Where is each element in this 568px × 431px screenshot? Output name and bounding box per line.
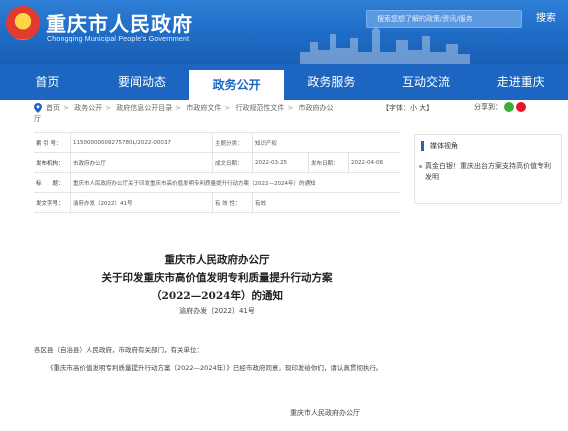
nav-item-gov-affairs[interactable]: 政务公开: [189, 70, 285, 100]
title-value: 重庆市人民政府办公厅关于印发重庆市高价值发明专利质量提升行动方案（2022—20…: [73, 180, 316, 187]
category-value: 知识产权: [255, 140, 278, 147]
article-signature: 重庆市人民政府办公厅: [290, 409, 360, 417]
document-info-table: 索 引 号： 11500000009275780L/2022-00037 主题分…: [34, 132, 400, 213]
breadcrumb-item-home[interactable]: 首页: [46, 104, 60, 112]
search-button[interactable]: 搜索: [524, 10, 568, 28]
nav-item-home[interactable]: 首页: [0, 64, 95, 100]
location-pin-icon: [34, 103, 42, 113]
category-label: 主题分类：: [215, 140, 243, 147]
created-label: 成文日期：: [215, 160, 243, 167]
article-salutation: 各区县（自治县）人民政府，市政府有关部门，有关单位：: [34, 346, 203, 354]
index-label: 索 引 号：: [36, 140, 62, 147]
article-title-line1: 重庆市人民政府办公厅: [164, 254, 270, 266]
article-doc-number: 渝府办发〔2022〕41号: [179, 307, 255, 315]
weibo-share-icon[interactable]: [516, 102, 526, 112]
media-perspective-panel: 媒体视角 真金白银！重庆出台方案支持高价值专利发明: [414, 134, 562, 204]
issuer-value: 市政府办公厅: [73, 160, 107, 167]
validity-value: 有效: [255, 200, 267, 207]
nav-item-interaction[interactable]: 互动交流: [379, 64, 474, 100]
site-header: 重庆市人民政府 Chongqing Municipal People's Gov…: [0, 0, 568, 64]
main-nav: 首页 要闻动态 政务公开 政务服务 互动交流 走进重庆: [0, 64, 568, 100]
wechat-share-icon[interactable]: [504, 102, 514, 112]
breadcrumb-item-gov-files[interactable]: 市政府文件: [186, 104, 221, 112]
breadcrumb-wrap[interactable]: 厅: [34, 114, 41, 124]
share-bar: 分享到：: [474, 102, 526, 112]
media-article-link[interactable]: 真金白银！重庆出台方案支持高价值专利发明: [419, 161, 555, 183]
search-input[interactable]: 搜索您想了解的政策/资讯/服务: [366, 10, 522, 28]
published-label: 发布日期：: [311, 160, 339, 167]
info-row: 索 引 号： 11500000009275780L/2022-00037 主题分…: [34, 133, 400, 153]
media-perspective-title: 媒体视角: [421, 141, 458, 151]
breadcrumb-item-gov-affairs[interactable]: 政务公开: [74, 104, 102, 112]
national-emblem-icon[interactable]: [6, 6, 40, 40]
site-title[interactable]: 重庆市人民政府: [46, 8, 193, 37]
breadcrumb-item-normative[interactable]: 行政规范性文件: [235, 104, 284, 112]
article-title-line3: （2022—2024年）的通知: [151, 290, 283, 302]
nav-item-about[interactable]: 走进重庆: [473, 64, 568, 100]
skyline-decoration: [300, 26, 470, 64]
breadcrumb-item-office[interactable]: 市政府办公: [299, 104, 334, 112]
info-row: 发文字号： 渝府办发〔2022〕41号 有 效 性： 有效: [34, 193, 400, 213]
share-label: 分享到：: [474, 103, 502, 111]
site-subtitle: Chongqing Municipal People's Government: [47, 36, 190, 43]
font-size-control[interactable]: 【字体：小 大】: [382, 103, 433, 113]
nav-item-news[interactable]: 要闻动态: [95, 64, 190, 100]
article-body: 《重庆市高价值发明专利质量提升行动方案（2022—2024年）》已经市政府同意，…: [47, 364, 383, 372]
info-row: 发布机构： 市政府办公厅 成文日期： 2022-03-25 发布日期： 2022…: [34, 153, 400, 173]
title-label: 标 题：: [36, 180, 64, 187]
breadcrumb: 首页 > 政务公开 > 政府信息公开目录 > 市政府文件 > 行政规范性文件 > 市政府办…: [46, 104, 334, 112]
validity-label: 有 效 性：: [215, 200, 241, 207]
published-value: 2022-04-08: [351, 159, 383, 166]
created-value: 2022-03-25: [255, 159, 287, 166]
issuer-label: 发布机构：: [36, 160, 64, 167]
nav-item-services[interactable]: 政务服务: [284, 64, 379, 100]
article-title-line2: 关于印发重庆市高价值发明专利质量提升行动方案: [101, 272, 333, 284]
index-value: 11500000009275780L/2022-00037: [73, 139, 171, 146]
breadcrumb-item-catalog[interactable]: 政府信息公开目录: [116, 104, 172, 112]
doc-no-label: 发文字号：: [36, 200, 64, 207]
doc-no-value: 渝府办发〔2022〕41号: [73, 200, 133, 207]
info-row: 标 题： 重庆市人民政府办公厅关于印发重庆市高价值发明专利质量提升行动方案（20…: [34, 173, 400, 193]
